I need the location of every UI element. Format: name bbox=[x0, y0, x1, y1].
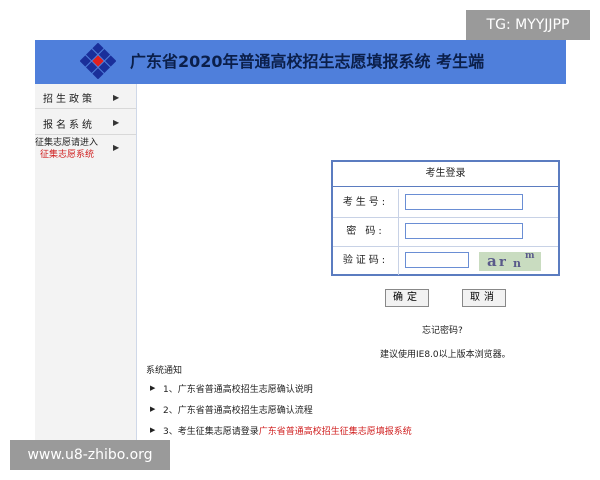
captcha-input[interactable] bbox=[405, 252, 469, 268]
notice-item-3-text: 3、考生征集志愿请登录 bbox=[163, 427, 259, 437]
bullet-icon: ▶ bbox=[150, 405, 156, 413]
sidebar-item-policy[interactable]: 招生政策 bbox=[35, 84, 136, 109]
sidebar-item-label: 报名系统 bbox=[43, 120, 95, 131]
field-label: 密 码: bbox=[333, 218, 399, 246]
confirm-button[interactable]: 确定 bbox=[385, 289, 429, 307]
password-input[interactable] bbox=[405, 223, 523, 239]
row-captcha: 验证码: a r n m bbox=[333, 247, 558, 275]
watermark-top: TG: MYYJJPP bbox=[466, 10, 590, 40]
forgot-password-link[interactable]: 忘记密码? bbox=[422, 323, 463, 336]
row-student-id: 考生号: bbox=[333, 189, 558, 218]
login-panel: 考生登录 考生号: 密 码: 验证码: a r n m bbox=[331, 160, 560, 276]
chevron-right-icon: ▶ bbox=[113, 143, 120, 152]
bullet-icon: ▶ bbox=[150, 426, 156, 434]
bullet-icon: ▶ bbox=[150, 384, 156, 392]
page-title: 广东省2020年普通高校招生志愿填报系统 考生端 bbox=[130, 52, 485, 71]
field-label: 验证码: bbox=[333, 247, 399, 275]
watermark-bottom: www.u8-zhibo.org bbox=[10, 440, 170, 470]
cancel-button[interactable]: 取消 bbox=[462, 289, 506, 307]
chevron-right-icon: ▶ bbox=[113, 118, 120, 127]
sidebar: 招生政策 报名系统 征集志愿请进入 征集志愿系统 bbox=[35, 84, 137, 440]
sidebar-item-collect[interactable]: 征集志愿请进入 征集志愿系统 bbox=[35, 134, 136, 162]
row-password: 密 码: bbox=[333, 218, 558, 247]
browser-tip: 建议使用IE8.0以上版本浏览器。 bbox=[380, 350, 511, 360]
sidebar-item-label-link[interactable]: 征集志愿系统 bbox=[40, 147, 94, 160]
logo-icon bbox=[80, 43, 116, 79]
notice-item-1[interactable]: 1、广东省普通高校招生志愿确认说明 bbox=[163, 382, 313, 395]
login-heading: 考生登录 bbox=[333, 162, 558, 187]
sidebar-item-label: 招生政策 bbox=[43, 94, 95, 105]
notice-title: 系统通知 bbox=[146, 366, 183, 376]
captcha-image[interactable]: a r n m bbox=[479, 252, 541, 271]
notice-item-3: 3、考生征集志愿请登录广东省普通高校招生征集志愿填报系统 bbox=[163, 424, 412, 437]
chevron-right-icon: ▶ bbox=[113, 93, 120, 102]
notice-item-2[interactable]: 2、广东省普通高校招生志愿确认流程 bbox=[163, 403, 313, 416]
sidebar-item-registration[interactable]: 报名系统 bbox=[35, 110, 136, 135]
field-label: 考生号: bbox=[333, 189, 399, 217]
notice-item-3-link[interactable]: 广东省普通高校招生征集志愿填报系统 bbox=[259, 427, 412, 437]
student-id-input[interactable] bbox=[405, 194, 523, 210]
